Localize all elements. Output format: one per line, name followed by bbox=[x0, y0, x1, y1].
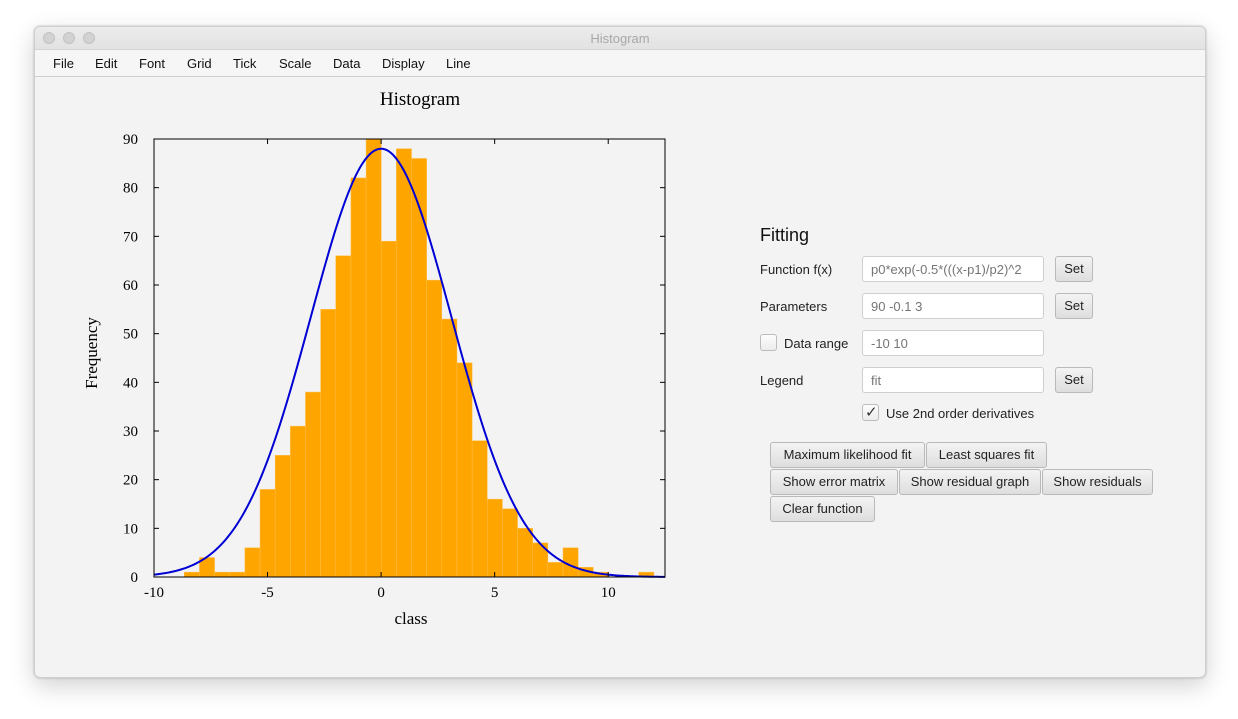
parameters-input[interactable] bbox=[862, 293, 1044, 319]
fitting-title: Fitting bbox=[760, 225, 810, 245]
max-likelihood-fit-button[interactable]: Maximum likelihood fit bbox=[770, 442, 925, 468]
histogram-bar bbox=[502, 508, 518, 578]
x-tick-label: -5 bbox=[261, 585, 274, 601]
histogram-bar bbox=[184, 571, 200, 578]
window-title: Histogram bbox=[590, 31, 650, 46]
show-residuals-button[interactable]: Show residuals bbox=[1042, 469, 1153, 495]
title-bar: Histogram bbox=[35, 27, 1205, 50]
x-tick-label: 10 bbox=[601, 585, 616, 601]
clear-function-button[interactable]: Clear function bbox=[770, 496, 875, 522]
menu-file[interactable]: File bbox=[53, 56, 74, 71]
y-tick-label: 70 bbox=[123, 229, 138, 245]
histogram-bar bbox=[456, 362, 473, 578]
set-parameters-button[interactable]: Set bbox=[1055, 293, 1093, 319]
data-range-input[interactable] bbox=[862, 330, 1044, 356]
y-tick-label: 50 bbox=[123, 327, 138, 343]
least-squares-fit-button[interactable]: Least squares fit bbox=[926, 442, 1047, 468]
menu-bar: File Edit Font Grid Tick Scale Data Disp… bbox=[35, 50, 1205, 77]
x-axis-label: class bbox=[394, 609, 427, 628]
histogram-bar bbox=[229, 571, 246, 578]
x-tick-label: 0 bbox=[377, 585, 385, 601]
menu-data[interactable]: Data bbox=[333, 56, 360, 71]
histogram-bar bbox=[244, 547, 261, 578]
legend-input[interactable] bbox=[862, 367, 1044, 393]
histogram-bar bbox=[365, 138, 382, 578]
menu-tick[interactable]: Tick bbox=[233, 56, 256, 71]
menu-display[interactable]: Display bbox=[382, 56, 425, 71]
parameters-label: Parameters bbox=[760, 299, 828, 314]
menu-edit[interactable]: Edit bbox=[95, 56, 117, 71]
histogram-bar bbox=[214, 571, 230, 578]
menu-line[interactable]: Line bbox=[446, 56, 471, 71]
histogram-bar bbox=[320, 309, 337, 578]
y-tick-label: 30 bbox=[123, 424, 138, 440]
histogram-bar bbox=[350, 177, 367, 578]
derivatives-checkbox[interactable]: ✓ bbox=[862, 404, 879, 421]
histogram-bar bbox=[335, 255, 352, 578]
x-tick-label: -10 bbox=[144, 585, 164, 601]
histogram-bar bbox=[441, 318, 458, 578]
x-tick-label: 5 bbox=[491, 585, 499, 601]
app-window: Histogram File Edit Font Grid Tick Scale… bbox=[34, 26, 1206, 678]
y-axis-label: Frequency bbox=[82, 317, 101, 389]
y-tick-label: 80 bbox=[123, 181, 138, 197]
histogram-bar bbox=[471, 440, 488, 578]
histogram-bar bbox=[290, 425, 306, 578]
legend-label: Legend bbox=[760, 373, 804, 388]
set-legend-button[interactable]: Set bbox=[1055, 367, 1093, 393]
data-range-checkbox[interactable] bbox=[760, 334, 777, 351]
derivatives-label: Use 2nd order derivatives bbox=[886, 406, 1035, 421]
data-range-label: Data range bbox=[784, 336, 849, 351]
checkmark-icon: ✓ bbox=[865, 404, 878, 421]
y-tick-label: 90 bbox=[123, 132, 138, 148]
y-tick-label: 60 bbox=[123, 278, 138, 294]
histogram-bar bbox=[547, 562, 564, 578]
histogram-bar bbox=[274, 455, 291, 578]
histogram-bar bbox=[259, 489, 276, 578]
y-tick-label: 40 bbox=[123, 375, 138, 391]
histogram-bar bbox=[305, 391, 321, 578]
histogram-bar bbox=[517, 528, 533, 578]
show-residual-graph-button[interactable]: Show residual graph bbox=[899, 469, 1041, 495]
y-tick-label: 0 bbox=[131, 570, 139, 586]
function-input[interactable] bbox=[862, 256, 1044, 282]
menu-grid[interactable]: Grid bbox=[187, 56, 212, 71]
histogram-bar bbox=[426, 279, 443, 578]
menu-font[interactable]: Font bbox=[139, 56, 165, 71]
histogram-bar bbox=[487, 498, 503, 578]
chart-title: Histogram bbox=[380, 89, 460, 110]
function-label: Function f(x) bbox=[760, 262, 833, 277]
menu-scale[interactable]: Scale bbox=[279, 56, 312, 71]
histogram-bar bbox=[396, 148, 412, 578]
histogram-bar bbox=[380, 240, 397, 578]
histogram-chart: Histogram class Frequency 0 10 20 30 40 50 60 7… bbox=[35, 77, 735, 677]
show-error-matrix-button[interactable]: Show error matrix bbox=[770, 469, 898, 495]
set-function-button[interactable]: Set bbox=[1055, 256, 1093, 282]
y-tick-label: 20 bbox=[123, 473, 138, 489]
y-tick-label: 10 bbox=[123, 521, 138, 537]
chart-svg: Histogram class Frequency 01020304050607… bbox=[82, 89, 666, 628]
